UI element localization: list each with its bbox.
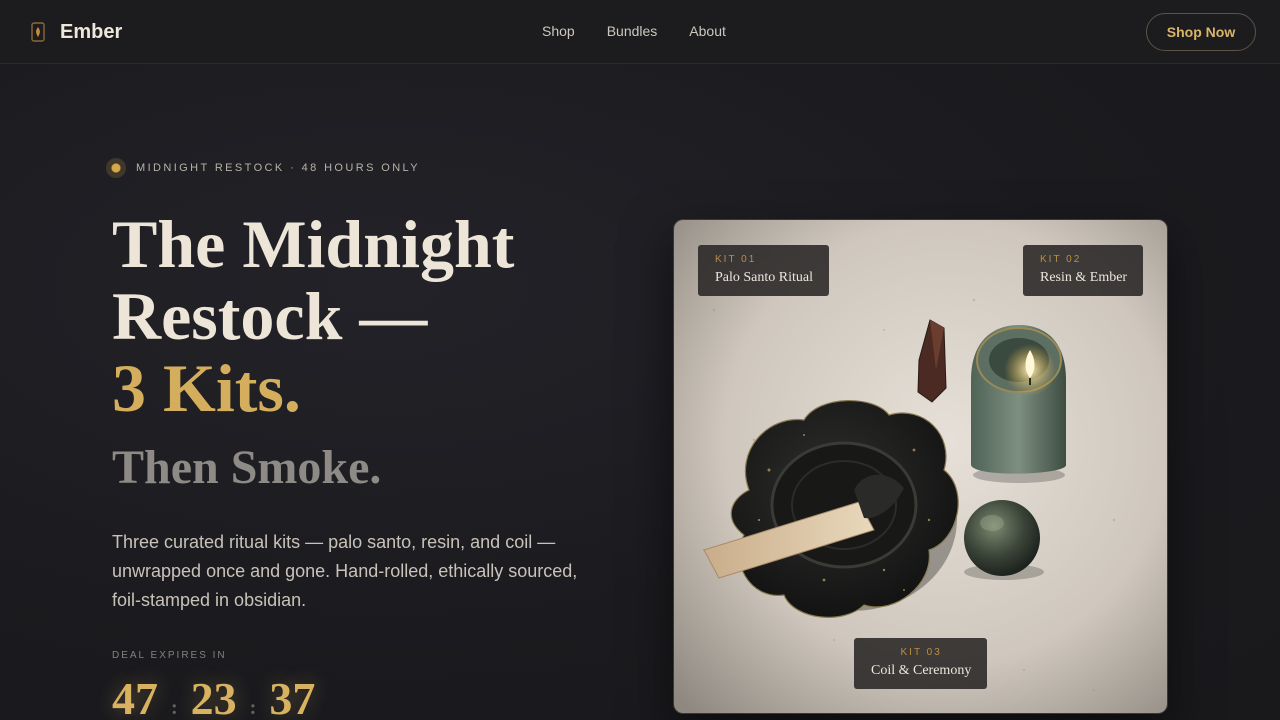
headline-line-1: The Midnight <box>112 206 515 282</box>
ember-flame-icon <box>31 22 45 42</box>
countdown-seconds: 37 <box>269 673 316 720</box>
headline-line-2: Restock — <box>112 278 428 354</box>
product-image-card[interactable]: KIT 01 Palo Santo Ritual KIT 02 Resin & … <box>673 219 1168 714</box>
kit-tag-2[interactable]: KIT 02 Resin & Ember <box>1023 245 1144 296</box>
eyebrow-text: MIDNIGHT RESTOCK · 48 HOURS ONLY <box>136 162 421 174</box>
nav-links: Shop Bundles About <box>542 23 726 39</box>
brand[interactable]: Ember <box>30 20 122 44</box>
nav-link-shop[interactable]: Shop <box>542 23 575 39</box>
kit-tag-1[interactable]: KIT 01 Palo Santo Ritual <box>698 245 829 296</box>
hero-headline: The Midnight Restock — 3 Kits. <box>112 208 514 424</box>
countdown-separator: : <box>171 697 178 719</box>
headline-line-3: 3 Kits. <box>112 350 301 426</box>
countdown-hours: 47 <box>112 673 158 720</box>
hero-description: Three curated ritual kits — palo santo, … <box>112 532 578 610</box>
countdown-timer: 47 : 23 : 37 <box>112 674 315 720</box>
nav-link-about[interactable]: About <box>689 23 726 39</box>
kit-name: Palo Santo Ritual <box>715 270 813 285</box>
nav-link-bundles[interactable]: Bundles <box>607 23 658 39</box>
kit-name: Resin & Ember <box>1040 270 1128 285</box>
kit-name: Coil & Ceremony <box>871 663 972 678</box>
countdown-label: DEAL EXPIRES IN <box>112 650 227 661</box>
kit-tag-3[interactable]: KIT 03 Coil & Ceremony <box>854 638 988 689</box>
status-dot-icon <box>106 158 126 178</box>
eyebrow: MIDNIGHT RESTOCK · 48 HOURS ONLY <box>106 158 420 178</box>
countdown-minutes: 23 <box>190 673 237 720</box>
kit-number: KIT 01 <box>715 254 757 265</box>
brand-name: Ember <box>60 20 123 43</box>
kit-number: KIT 03 <box>900 647 942 658</box>
hero-subheadline: Then Smoke. <box>112 441 382 494</box>
kit-number: KIT 02 <box>1040 254 1082 265</box>
top-nav: Ember Shop Bundles About Shop Now <box>0 0 1280 64</box>
countdown-separator: : <box>249 697 257 719</box>
shop-now-button[interactable]: Shop Now <box>1146 13 1256 51</box>
